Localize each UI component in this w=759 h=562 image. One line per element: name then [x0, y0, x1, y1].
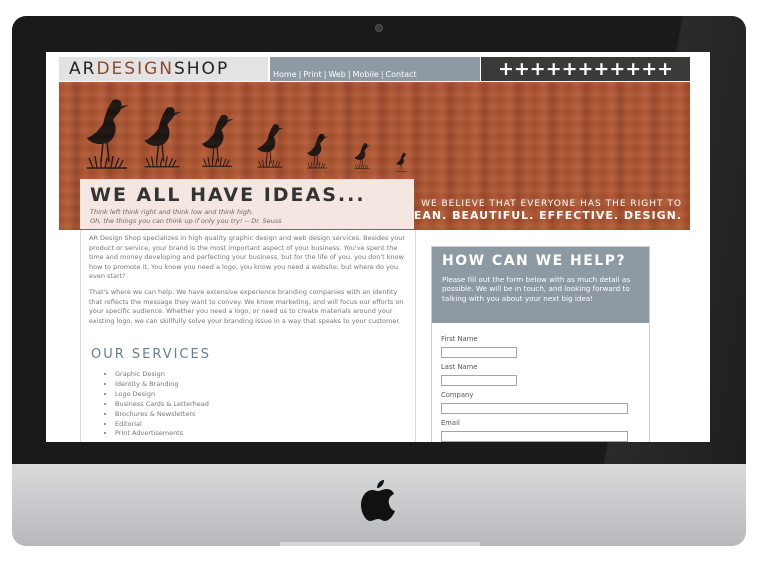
intro-quote: Think left think right and think low and… — [90, 208, 281, 226]
heron-silhouette-icon — [144, 107, 182, 168]
main-content: AR Design Shop specializes in high quali… — [80, 230, 416, 442]
contact-form-description: Please fill out the form below with as m… — [442, 275, 631, 303]
heron-silhouette-icon — [396, 152, 408, 172]
site-logo[interactable]: ARDESIGNSHOP — [59, 57, 268, 81]
email-label: Email — [441, 419, 460, 427]
first-name-label: First Name — [441, 335, 478, 343]
nav-link-home[interactable]: Home — [273, 70, 297, 79]
nav-separator: | — [347, 70, 351, 79]
monitor-bezel: ARDESIGNSHOP Home | Print | Web | Mobile | Conta… — [12, 16, 746, 464]
imac-monitor: ARDESIGNSHOP Home | Print | Web | Mobile | Conta… — [12, 16, 746, 546]
nav-link-contact[interactable]: Contact — [386, 70, 417, 79]
nav-separator: | — [298, 70, 302, 79]
heron-silhouette-icon — [257, 124, 284, 168]
service-item: Logo Design — [115, 390, 209, 400]
service-item: Brochures & Newsletters — [115, 410, 209, 420]
heron-silhouette-icon — [354, 143, 371, 170]
company-label: Company — [441, 391, 474, 399]
tagline-line-1: WE BELIEVE THAT EVERYONE HAS THE RIGHT T… — [421, 199, 682, 209]
intro-title: WE ALL HAVE IDEAS... — [90, 184, 366, 206]
intro-paragraph-2: That's where we can help. We have extens… — [89, 288, 404, 325]
heron-silhouette-icon — [87, 99, 129, 169]
nav-link-web[interactable]: Web — [328, 70, 345, 79]
logo-part-design: DESIGN — [96, 59, 174, 79]
logo-part-ar: AR — [69, 59, 97, 79]
contact-form-title: HOW CAN WE HELP? — [442, 253, 627, 269]
first-name-field[interactable] — [441, 347, 517, 358]
service-item: Business Cards & Letterhead — [115, 400, 209, 410]
service-item: Graphic Design — [115, 370, 209, 380]
heron-silhouette-icon — [307, 133, 328, 169]
quote-line-2: Oh, the things you can think up if only … — [90, 217, 282, 225]
contact-form-header: HOW CAN WE HELP? Please fill out the for… — [432, 247, 649, 323]
email-field[interactable] — [441, 431, 628, 442]
company-field[interactable] — [441, 403, 628, 414]
last-name-field[interactable] — [441, 375, 517, 386]
camera-icon — [375, 24, 383, 32]
heron-silhouette-icon — [202, 114, 234, 167]
service-item: Identity & Branding — [115, 380, 209, 390]
apple-logo-icon — [361, 480, 395, 521]
monitor-stand — [280, 542, 480, 546]
nav-link-print[interactable]: Print — [303, 70, 321, 79]
services-title: OUR SERVICES — [91, 347, 211, 362]
top-nav: Home | Print | Web | Mobile | Contact — [270, 57, 480, 81]
services-list: Graphic Design Identity & Branding Logo … — [105, 370, 209, 439]
screen: ARDESIGNSHOP Home | Print | Web | Mobile | Conta… — [46, 52, 710, 442]
quote-line-1: Think left think right and think low and… — [90, 208, 254, 216]
nav-link-mobile[interactable]: Mobile — [353, 70, 379, 79]
nav-separator: | — [380, 70, 384, 79]
intro-paragraph-1: AR Design Shop specializes in high quali… — [89, 234, 406, 281]
contact-form-panel: HOW CAN WE HELP? Please fill out the for… — [431, 246, 650, 442]
banner-tagline: WE BELIEVE THAT EVERYONE HAS THE RIGHT T… — [397, 199, 682, 222]
service-item: Editorial — [115, 420, 209, 430]
logo-part-shop: SHOP — [173, 59, 230, 79]
tagline-line-2: CLEAN. BEAUTIFUL. EFFECTIVE. DESIGN. — [396, 209, 682, 222]
intro-heading-box: WE ALL HAVE IDEAS... Think left think ri… — [80, 179, 414, 229]
plus-pattern-bar: +++++++++++ — [481, 57, 690, 81]
service-item: Print Advertisements — [115, 429, 209, 439]
nav-separator: | — [323, 70, 327, 79]
last-name-label: Last Name — [441, 363, 478, 371]
